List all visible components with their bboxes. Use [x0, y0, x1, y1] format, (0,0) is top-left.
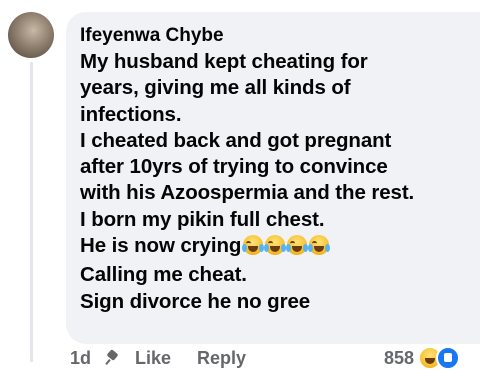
- loudly-crying-face-icon: [264, 235, 287, 256]
- comment-bubble: Ifeyenwa Chybe My husband kept cheating …: [66, 12, 480, 344]
- comment-author[interactable]: Ifeyenwa Chybe: [80, 25, 480, 47]
- reaction-summary[interactable]: 858: [384, 346, 461, 370]
- reaction-count: 858: [384, 347, 415, 368]
- comment-line: I cheated back and got pregnant: [80, 128, 392, 152]
- comment-line: Calling me cheat.: [80, 263, 247, 287]
- loudly-crying-face-icon: [286, 235, 309, 256]
- like-icon: [436, 346, 461, 370]
- like-button[interactable]: Like: [135, 348, 171, 369]
- comment-line: My husband kept cheating for: [80, 50, 368, 73]
- thread-line: [30, 62, 33, 362]
- comment-line: Sign divorce he no gree: [80, 289, 311, 313]
- comment-line: years, giving me all kinds of: [80, 76, 351, 100]
- avatar[interactable]: [8, 12, 54, 58]
- comment-line: after 10yrs of trying to convince: [80, 155, 388, 179]
- reply-button[interactable]: Reply: [197, 348, 246, 369]
- emoji-row: [242, 235, 331, 262]
- comment-line-with-emoji: He is now crying: [80, 233, 480, 262]
- pin-icon: [105, 351, 119, 365]
- comment-timestamp[interactable]: 1d: [70, 348, 91, 369]
- comment-line: with his Azoospermia and the rest.: [80, 181, 415, 205]
- comment-line: I born my pikin full chest.: [80, 207, 325, 231]
- loudly-crying-face-icon: [308, 235, 331, 256]
- comment-actions: 1d Like Reply: [70, 346, 272, 370]
- comment-line: infections.: [80, 102, 182, 126]
- comment-line-text: He is now crying: [80, 234, 242, 258]
- loudly-crying-face-icon: [242, 235, 265, 256]
